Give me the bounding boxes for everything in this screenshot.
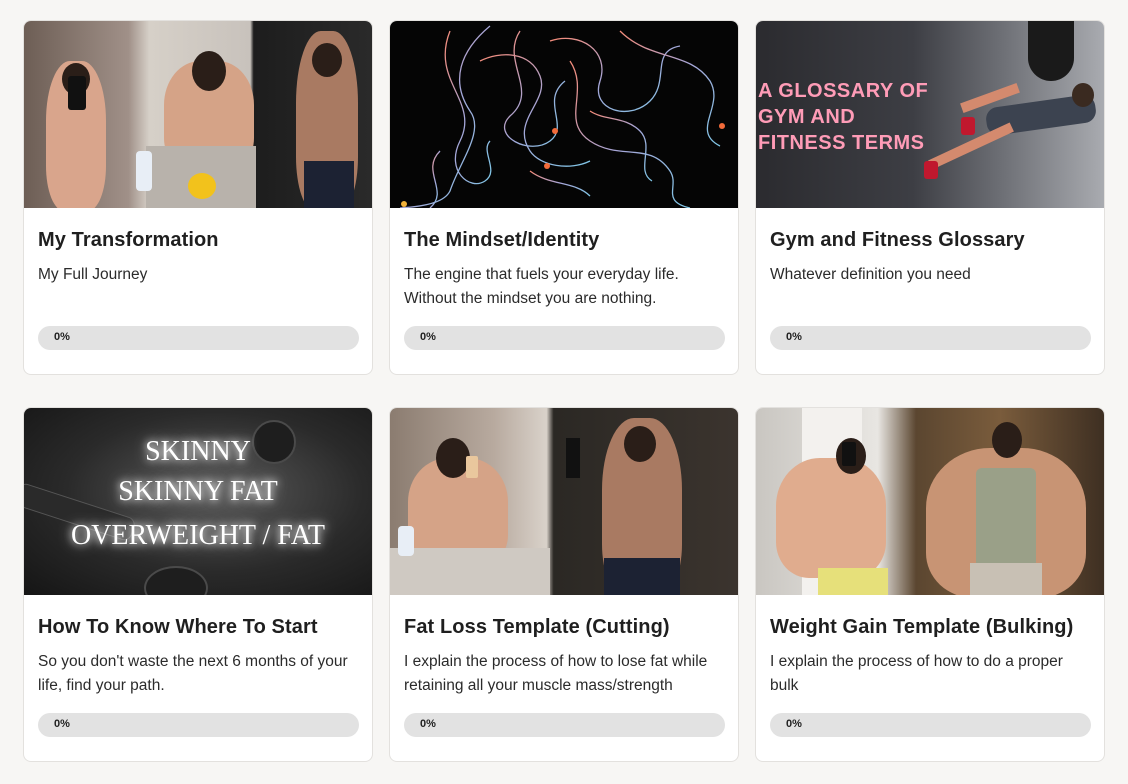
bottle-icon bbox=[136, 151, 152, 191]
shoe-icon bbox=[961, 117, 975, 135]
person-head bbox=[312, 43, 342, 77]
course-thumbnail: SKINNY SKINNY FAT OVERWEIGHT / FAT bbox=[24, 408, 372, 595]
course-thumbnail: A GLOSSARY OF GYM AND FITNESS TERMS bbox=[756, 21, 1104, 208]
course-description: I explain the process of how to do a pro… bbox=[770, 653, 1063, 694]
shorts bbox=[818, 568, 888, 595]
jeans bbox=[604, 558, 680, 595]
course-title: Weight Gain Template (Bulking) bbox=[770, 616, 1074, 638]
course-card-weight-gain[interactable]: Weight Gain Template (Bulking) I explain… bbox=[755, 407, 1105, 762]
spark-icon bbox=[719, 123, 725, 129]
glossary-image-text: A GLOSSARY OF GYM AND FITNESS TERMS bbox=[758, 80, 929, 154]
course-card-where-to-start[interactable]: SKINNY SKINNY FAT OVERWEIGHT / FAT How T… bbox=[23, 407, 373, 762]
bathroom-counter bbox=[390, 548, 550, 595]
course-title: My Transformation bbox=[38, 229, 219, 251]
image-text-line: SKINNY FAT bbox=[118, 476, 278, 507]
jeans bbox=[304, 161, 354, 208]
course-grid: My Transformation My Full Journey 0% The… bbox=[23, 20, 1105, 762]
punching-bag bbox=[1028, 21, 1074, 81]
course-card-gym-glossary[interactable]: A GLOSSARY OF GYM AND FITNESS TERMS Gym … bbox=[755, 20, 1105, 375]
progress-label: 0% bbox=[54, 331, 70, 343]
tank-top bbox=[976, 468, 1036, 568]
course-thumbnail bbox=[390, 408, 738, 595]
course-card-fat-loss[interactable]: Fat Loss Template (Cutting) I explain th… bbox=[389, 407, 739, 762]
progress-bar: 0% bbox=[38, 326, 359, 350]
line-art-head-illustration bbox=[399, 25, 725, 208]
spark-icon bbox=[552, 128, 558, 134]
progress-bar: 0% bbox=[404, 326, 725, 350]
course-title: Fat Loss Template (Cutting) bbox=[404, 616, 670, 638]
progress-label: 0% bbox=[786, 718, 802, 730]
course-description: My Full Journey bbox=[38, 266, 148, 283]
course-card-mindset-identity[interactable]: The Mindset/Identity The engine that fue… bbox=[389, 20, 739, 375]
phone-icon bbox=[466, 456, 478, 478]
progress-label: 0% bbox=[420, 718, 436, 730]
course-thumbnail bbox=[24, 21, 372, 208]
course-description: The engine that fuels your everyday life… bbox=[404, 266, 679, 307]
image-text-line: OVERWEIGHT / FAT bbox=[70, 520, 326, 551]
spark-icon bbox=[544, 163, 550, 169]
progress-label: 0% bbox=[420, 331, 436, 343]
course-card-my-transformation[interactable]: My Transformation My Full Journey 0% bbox=[23, 20, 373, 375]
progress-bar: 0% bbox=[770, 713, 1091, 737]
course-title: How To Know Where To Start bbox=[38, 616, 318, 638]
shoe-icon bbox=[924, 161, 938, 179]
weight-plate-icon bbox=[144, 566, 208, 595]
course-thumbnail bbox=[756, 408, 1104, 595]
course-description: Whatever definition you need bbox=[770, 266, 971, 283]
phone-icon bbox=[68, 76, 86, 110]
progress-bar: 0% bbox=[770, 326, 1091, 350]
spark-icon bbox=[401, 201, 407, 207]
person-head bbox=[624, 426, 656, 462]
progress-bar: 0% bbox=[38, 713, 359, 737]
progress-label: 0% bbox=[786, 331, 802, 343]
person-head bbox=[436, 438, 470, 478]
course-title: Gym and Fitness Glossary bbox=[770, 229, 1025, 251]
progress-label: 0% bbox=[54, 718, 70, 730]
person-head bbox=[192, 51, 226, 91]
person-head bbox=[1072, 83, 1094, 107]
person-figure bbox=[776, 458, 886, 578]
image-text-line: SKINNY bbox=[145, 436, 251, 467]
camera-tripod bbox=[566, 438, 580, 478]
bottle-icon bbox=[398, 526, 414, 556]
person-head bbox=[992, 422, 1022, 458]
progress-bar: 0% bbox=[404, 713, 725, 737]
course-description: I explain the process of how to lose fat… bbox=[404, 653, 708, 694]
phone-icon bbox=[842, 442, 856, 466]
course-thumbnail bbox=[390, 21, 738, 208]
course-description: So you don't waste the next 6 months of … bbox=[38, 653, 348, 694]
shorts bbox=[970, 563, 1042, 595]
course-title: The Mindset/Identity bbox=[404, 229, 600, 251]
brush-icon bbox=[188, 173, 216, 199]
